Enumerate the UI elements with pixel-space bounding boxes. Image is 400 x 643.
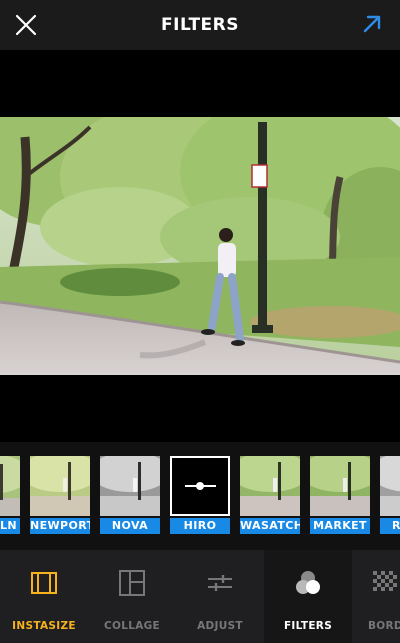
top-bar: FILTERS <box>0 0 400 50</box>
sliders-icon <box>208 575 232 591</box>
filter-item[interactable]: R <box>380 456 400 534</box>
filter-item-selected[interactable]: HIRO <box>170 456 230 534</box>
filter-item[interactable]: NOVA <box>100 456 160 534</box>
photo-preview <box>0 117 400 375</box>
photo-canvas <box>0 50 400 442</box>
filter-thumbnail <box>240 456 300 516</box>
tab-label: FILTERS <box>283 620 333 632</box>
tab-instasize[interactable]: INSTASIZE <box>0 550 88 643</box>
instasize-frame-icon <box>31 572 57 594</box>
screen-title: FILTERS <box>161 15 239 35</box>
filter-item[interactable]: LN <box>0 456 20 534</box>
filter-label: LN <box>0 518 20 534</box>
filter-thumbnail <box>170 456 230 516</box>
filter-intensity-slider-icon <box>181 482 216 490</box>
filter-label: WASATCH <box>240 518 300 534</box>
tab-label: COLLAGE <box>103 620 161 632</box>
tab-label: ADJUST <box>197 620 243 632</box>
border-pattern-icon <box>373 571 397 591</box>
filters-circles-icon <box>296 571 320 594</box>
close-icon[interactable] <box>14 13 38 37</box>
filter-label: NOVA <box>100 518 160 534</box>
filter-label: MARKET <box>310 518 370 534</box>
share-arrow-icon[interactable] <box>360 12 384 36</box>
bottom-tab-bar: INSTASIZE COLLAGE ADJUST FILTERS BORD <box>0 550 400 643</box>
tab-border[interactable]: BORD <box>352 550 400 643</box>
tab-filters[interactable]: FILTERS <box>264 550 352 643</box>
filter-label: R <box>380 518 400 534</box>
filter-thumbnail <box>310 456 370 516</box>
tab-collage[interactable]: COLLAGE <box>88 550 176 643</box>
tab-label: BORD <box>368 620 400 632</box>
park-photo <box>0 117 400 375</box>
filter-thumbnail <box>30 456 90 516</box>
filter-label: HIRO <box>170 518 230 534</box>
tab-adjust[interactable]: ADJUST <box>176 550 264 643</box>
filter-thumbnail <box>0 456 20 516</box>
filter-item[interactable]: WASATCH <box>240 456 300 534</box>
filter-item[interactable]: NEWPORT <box>30 456 90 534</box>
collage-grid-icon <box>119 570 145 596</box>
filter-strip[interactable]: LN NEWPORT NOVA HIRO WASATCH MARKET R <box>0 442 400 550</box>
filter-thumbnail <box>380 456 400 516</box>
tab-label: INSTASIZE <box>12 620 76 632</box>
filter-thumbnail <box>100 456 160 516</box>
filter-label: NEWPORT <box>30 518 90 534</box>
filter-item[interactable]: MARKET <box>310 456 370 534</box>
